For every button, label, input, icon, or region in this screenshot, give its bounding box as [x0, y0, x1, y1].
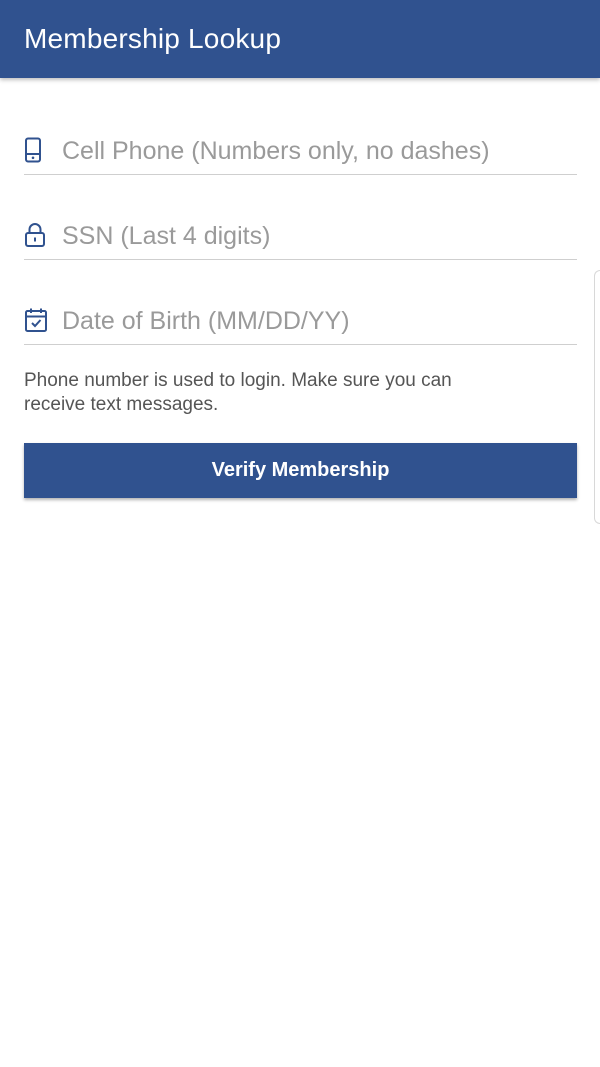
- cell-phone-field[interactable]: [24, 112, 577, 175]
- cell-phone-input[interactable]: [52, 137, 562, 174]
- verify-membership-button[interactable]: Verify Membership: [24, 443, 577, 498]
- dob-input[interactable]: [52, 307, 562, 344]
- dob-field[interactable]: [24, 282, 577, 345]
- mobile-phone-icon: [24, 136, 52, 164]
- edge-panel-handle[interactable]: [594, 270, 600, 524]
- page-title: Membership Lookup: [24, 23, 282, 54]
- lock-icon: [24, 221, 52, 249]
- helper-text: Phone number is used to login. Make sure…: [24, 370, 452, 415]
- membership-form: Phone number is used to login. Make sure…: [24, 112, 577, 417]
- ssn-field[interactable]: [24, 197, 577, 260]
- calendar-icon: [24, 306, 52, 334]
- app-bar: Membership Lookup: [0, 0, 600, 78]
- ssn-input[interactable]: [52, 222, 562, 259]
